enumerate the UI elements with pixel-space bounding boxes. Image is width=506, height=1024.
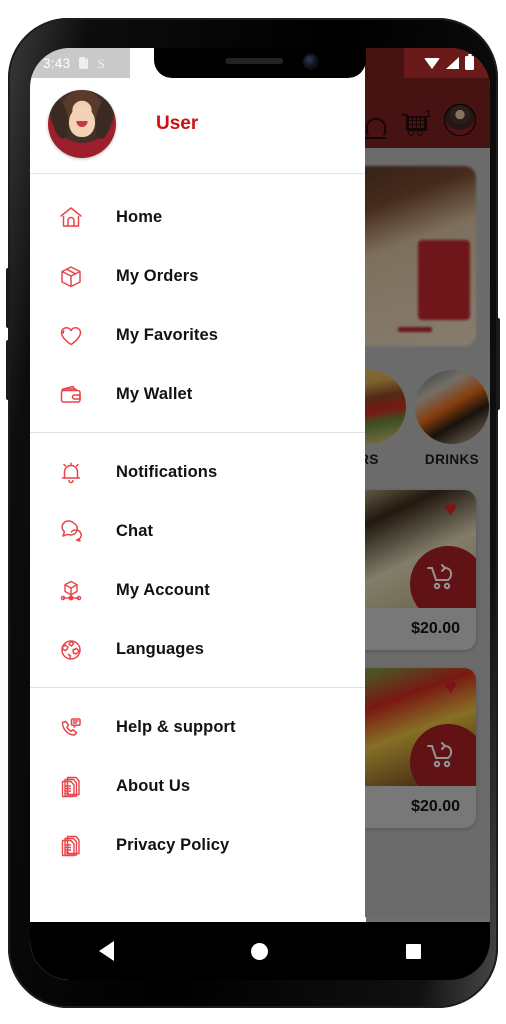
earpiece-speaker xyxy=(225,58,284,64)
battery-icon xyxy=(465,53,474,70)
wifi-icon xyxy=(424,57,440,69)
menu-item-my-orders[interactable]: My Orders xyxy=(30,247,365,306)
android-nav-bar xyxy=(30,922,490,980)
wallet-icon xyxy=(56,380,86,410)
box-icon xyxy=(56,262,86,292)
navigation-drawer: User Home My Orders My Favorites My Wall… xyxy=(30,48,365,980)
sim-icon: S xyxy=(97,55,105,71)
menu-label: About Us xyxy=(116,777,191,795)
heart-icon xyxy=(56,321,86,351)
documents-icon xyxy=(56,831,86,861)
phone-support-icon xyxy=(56,713,86,743)
back-button[interactable] xyxy=(98,941,114,961)
avatar[interactable] xyxy=(48,89,116,158)
front-camera xyxy=(304,55,317,68)
menu-label: My Wallet xyxy=(116,385,193,403)
menu-label: Privacy Policy xyxy=(116,836,230,854)
menu-label: Help & support xyxy=(116,718,236,736)
menu-label: My Account xyxy=(116,581,210,599)
status-bar-right xyxy=(404,48,490,78)
signal-icon xyxy=(446,57,459,69)
menu-item-home[interactable]: Home xyxy=(30,188,365,247)
menu-label: Chat xyxy=(116,522,154,540)
phone-screen: 1 RS DRINKS ♥ $20.00 ♥ $20.00 User Home … xyxy=(30,48,490,980)
globe-icon xyxy=(56,635,86,665)
phone-frame: 1 RS DRINKS ♥ $20.00 ♥ $20.00 User Home … xyxy=(6,18,500,1008)
sd-card-icon xyxy=(79,57,89,69)
volume-down-button[interactable] xyxy=(6,340,10,400)
menu-label: Notifications xyxy=(116,463,218,481)
menu-item-my-favorites[interactable]: My Favorites xyxy=(30,306,365,365)
home-button[interactable] xyxy=(251,942,269,960)
menu-item-languages[interactable]: Languages xyxy=(30,620,365,679)
menu-item-my-wallet[interactable]: My Wallet xyxy=(30,365,365,424)
menu-item-help-support[interactable]: Help & support xyxy=(30,698,365,757)
volume-up-button[interactable] xyxy=(6,268,10,328)
documents-icon xyxy=(56,772,86,802)
username-label: User xyxy=(156,112,199,134)
menu-label: My Favorites xyxy=(116,326,219,344)
menu-label: Home xyxy=(116,208,163,226)
menu-label: Languages xyxy=(116,640,205,658)
bell-icon xyxy=(56,458,86,488)
chat-bubble-icon xyxy=(56,517,86,547)
status-time: 3:43 xyxy=(43,55,71,71)
menu-label: My Orders xyxy=(116,267,199,285)
status-bar-left: 3:43 S xyxy=(30,48,131,78)
menu-item-chat[interactable]: Chat xyxy=(30,502,365,561)
menu-group-secondary: Notifications Chat My Account Languages xyxy=(30,433,365,687)
home-icon xyxy=(56,203,86,233)
menu-item-notifications[interactable]: Notifications xyxy=(30,443,365,502)
recents-button[interactable] xyxy=(406,943,422,959)
menu-item-privacy-policy[interactable]: Privacy Policy xyxy=(30,816,365,875)
menu-group-primary: Home My Orders My Favorites My Wallet xyxy=(30,174,365,432)
menu-group-support: Help & support About Us Privacy Policy xyxy=(30,688,365,883)
menu-item-my-account[interactable]: My Account xyxy=(30,561,365,620)
gesture-indicator xyxy=(30,917,490,922)
menu-item-about-us[interactable]: About Us xyxy=(30,757,365,816)
account-node-icon xyxy=(56,576,86,606)
power-button[interactable] xyxy=(496,318,500,410)
